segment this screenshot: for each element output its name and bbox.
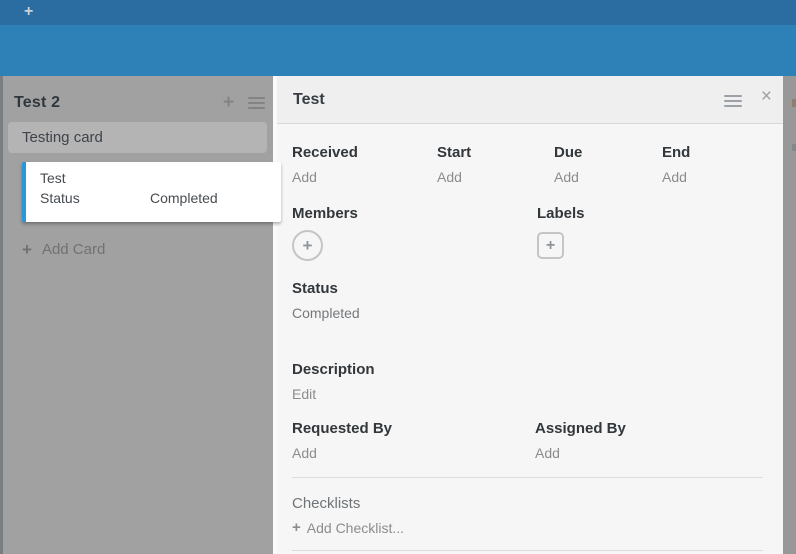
end-label: End (662, 144, 690, 161)
list-test2: Test 2 + Testing card Test Status Comple… (3, 76, 273, 554)
members-label: Members (292, 205, 358, 222)
end-add-link[interactable]: Add (662, 169, 687, 185)
list-menu-icon[interactable] (248, 97, 265, 112)
card-custom-field: Status Completed (40, 190, 218, 206)
requested-by-section: Requested By Add (292, 420, 535, 463)
section-divider (292, 550, 763, 551)
list-add-icon[interactable]: + (223, 93, 234, 113)
start-label: Start (437, 144, 554, 161)
top-navbar: + (0, 0, 796, 25)
due-label: Due (554, 144, 662, 161)
close-icon[interactable]: × (761, 87, 772, 107)
card-title: Test (40, 170, 66, 186)
received-label: Received (292, 144, 437, 161)
add-checklist-button[interactable]: + Add Checklist... (292, 520, 404, 536)
board-header-bar (0, 25, 796, 76)
date-due: Due Add (554, 144, 662, 187)
assigned-by-label: Assigned By (535, 420, 626, 437)
card-composer[interactable]: Testing card (8, 122, 267, 153)
offscreen-element-fragment (792, 99, 796, 107)
date-end: End Add (662, 144, 690, 187)
add-member-button[interactable]: + (292, 230, 323, 261)
received-add-link[interactable]: Add (292, 169, 317, 185)
add-card-button[interactable]: + Add Card (22, 241, 105, 258)
card-field-label: Status (40, 190, 150, 206)
add-checklist-label: Add Checklist... (307, 520, 404, 536)
selected-card[interactable]: Test Status Completed (22, 162, 281, 222)
card-composer-text: Testing card (22, 129, 103, 146)
add-card-label: Add Card (42, 241, 105, 258)
checklists-section: Checklists + Add Checklist... (292, 495, 404, 536)
members-section: Members + (292, 205, 358, 261)
start-add-link[interactable]: Add (437, 169, 462, 185)
section-divider (292, 477, 763, 478)
panel-header: Test × (277, 76, 783, 124)
list-title: Test 2 (14, 94, 60, 112)
requested-assigned-row: Requested By Add Assigned By Add (292, 420, 626, 463)
description-edit-link[interactable]: Edit (292, 386, 316, 402)
card-detail-panel: Test × Received Add Start Add Due Add En… (277, 76, 783, 554)
description-section: Description Edit (292, 361, 375, 404)
plus-icon: + (22, 241, 32, 258)
plus-icon: + (292, 520, 301, 536)
labels-label: Labels (537, 205, 585, 222)
panel-title: Test (293, 91, 325, 109)
navbar-add-board-icon[interactable]: + (24, 3, 33, 21)
due-add-link[interactable]: Add (554, 169, 579, 185)
status-label: Status (292, 280, 360, 297)
checklists-label: Checklists (292, 495, 404, 512)
requested-by-label: Requested By (292, 420, 535, 437)
assigned-by-section: Assigned By Add (535, 420, 626, 463)
date-start: Start Add (437, 144, 554, 187)
offscreen-element-fragment (792, 144, 796, 151)
description-label: Description (292, 361, 375, 378)
status-value[interactable]: Completed (292, 305, 360, 321)
labels-section: Labels + (537, 205, 585, 259)
requested-by-add-link[interactable]: Add (292, 445, 317, 461)
add-label-button[interactable]: + (537, 232, 564, 259)
card-field-value: Completed (150, 190, 218, 206)
date-received: Received Add (292, 144, 437, 187)
status-section: Status Completed (292, 280, 360, 321)
assigned-by-add-link[interactable]: Add (535, 445, 560, 461)
dates-row: Received Add Start Add Due Add End Add (292, 144, 690, 187)
panel-menu-icon[interactable] (724, 95, 742, 110)
